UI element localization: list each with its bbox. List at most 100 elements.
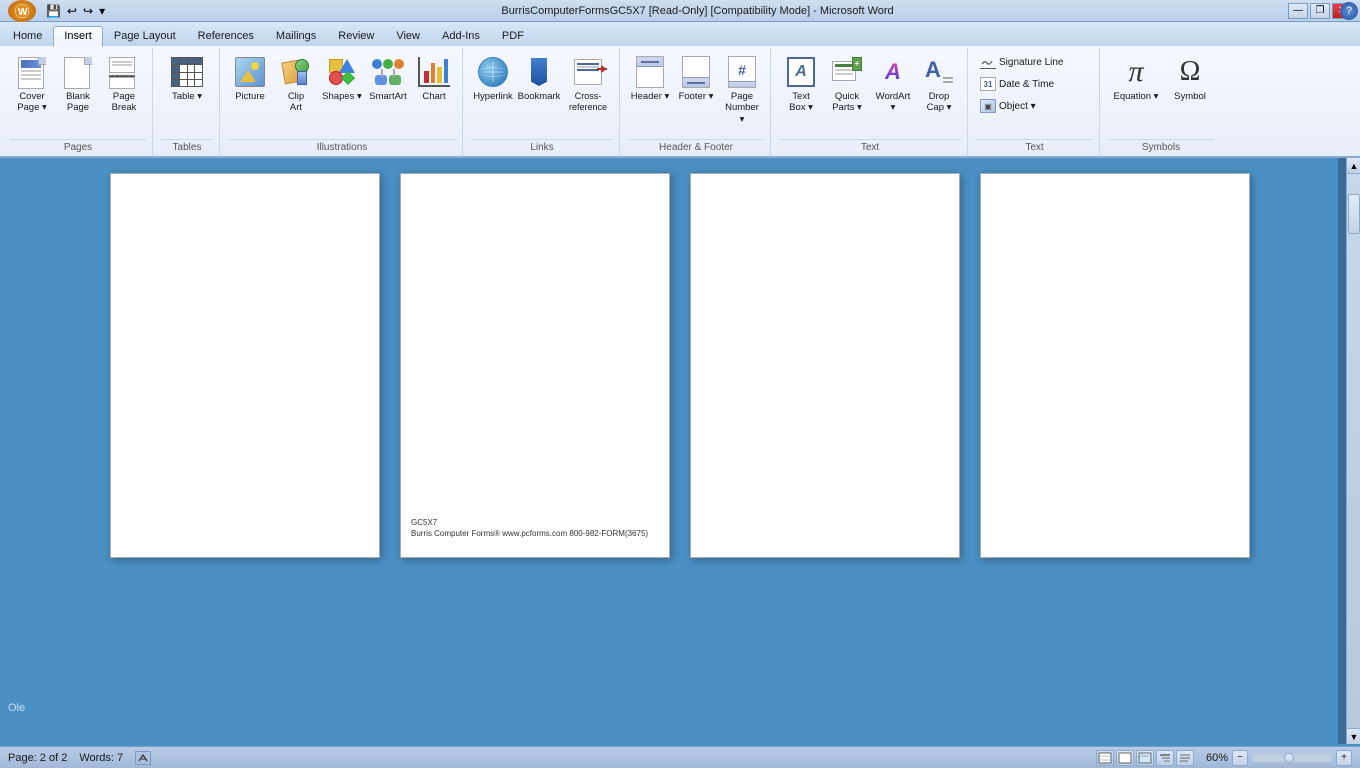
- print-layout-view-button[interactable]: [1096, 750, 1114, 766]
- ribbon: CoverPage ▾ BlankPage: [0, 46, 1360, 158]
- ribbon-group-text2: Signature Line 31 Date & Time ▣ Object ▾: [970, 48, 1100, 156]
- drop-cap-label: DropCap ▾: [927, 91, 952, 114]
- undo-button[interactable]: ↩: [65, 3, 79, 19]
- minimize-button[interactable]: —: [1288, 3, 1308, 19]
- office-button[interactable]: W: [8, 0, 36, 22]
- symbol-label: Symbol: [1174, 91, 1206, 102]
- tab-view[interactable]: View: [385, 26, 431, 46]
- symbol-button[interactable]: Ω Symbol: [1166, 52, 1214, 104]
- date-time-button[interactable]: 31 Date & Time: [976, 74, 1068, 94]
- ribbon-group-illustrations: Picture ClipArt: [222, 48, 463, 156]
- full-screen-view-button[interactable]: [1116, 750, 1134, 766]
- title-bar-left: W 💾 ↩ ↪ ▾: [8, 0, 107, 22]
- text-box-button[interactable]: A TextBox ▾: [779, 52, 823, 116]
- object-button[interactable]: ▣ Object ▾: [976, 96, 1068, 116]
- bookmark-button[interactable]: Bookmark: [517, 52, 561, 104]
- equation-button[interactable]: π Equation ▾: [1108, 52, 1164, 104]
- status-bar: Page: 2 of 2 Words: 7 60%: [0, 746, 1360, 768]
- signature-line-button[interactable]: Signature Line: [976, 52, 1068, 72]
- page-break-button[interactable]: PageBreak: [102, 52, 146, 116]
- hyperlink-button[interactable]: Hyperlink: [471, 52, 515, 104]
- symbols-group-label: Symbols: [1108, 139, 1214, 156]
- hyperlink-icon: [477, 54, 509, 90]
- text-box-label: TextBox ▾: [789, 91, 813, 114]
- page-number-icon: #: [728, 54, 756, 90]
- scroll-up-button[interactable]: ▲: [1347, 158, 1360, 174]
- quick-parts-icon: +: [832, 54, 862, 90]
- scroll-down-button[interactable]: ▼: [1347, 728, 1360, 744]
- zoom-slider[interactable]: [1252, 754, 1332, 762]
- tab-insert[interactable]: Insert: [53, 26, 103, 47]
- cover-page-button[interactable]: CoverPage ▾: [10, 52, 54, 116]
- tab-home[interactable]: Home: [2, 26, 53, 46]
- links-group-items: Hyperlink Bookmark: [471, 50, 613, 139]
- chart-label: Chart: [422, 91, 445, 102]
- cross-reference-button[interactable]: Cross-reference: [563, 52, 613, 115]
- tab-review[interactable]: Review: [327, 26, 385, 46]
- hyperlink-label: Hyperlink: [473, 91, 513, 102]
- smartart-icon: [372, 54, 404, 90]
- bookmark-icon: [523, 54, 555, 90]
- table-label: Table ▾: [172, 91, 202, 102]
- page-break-icon: [109, 54, 139, 90]
- footer-label: Footer ▾: [679, 91, 714, 102]
- page-4: [980, 173, 1250, 558]
- tab-pdf[interactable]: PDF: [491, 26, 535, 46]
- clip-art-label: ClipArt: [288, 91, 304, 114]
- word-art-label: WordArt ▾: [873, 91, 913, 114]
- spell-check-icon[interactable]: [135, 751, 151, 765]
- header-label: Header ▾: [631, 91, 670, 102]
- restore-button[interactable]: ❐: [1310, 3, 1330, 19]
- word-art-button[interactable]: A WordArt ▾: [871, 52, 915, 116]
- zoom-in-button[interactable]: +: [1336, 750, 1352, 766]
- ribbon-group-headerfooter: Header ▾ Footer ▾ #: [622, 48, 771, 156]
- quick-parts-button[interactable]: + QuickParts ▾: [825, 52, 869, 116]
- zoom-thumb[interactable]: [1284, 753, 1294, 763]
- status-right: 60% − +: [1096, 750, 1352, 766]
- web-layout-view-button[interactable]: [1136, 750, 1154, 766]
- equation-icon: π: [1128, 54, 1143, 90]
- zoom-level: 60%: [1200, 752, 1228, 764]
- bookmark-label: Bookmark: [518, 91, 561, 102]
- ribbon-group-pages: CoverPage ▾ BlankPage: [4, 48, 153, 156]
- redo-button[interactable]: ↪: [81, 3, 95, 19]
- signature-line-icon: [980, 55, 996, 69]
- help-button[interactable]: ?: [1340, 2, 1358, 20]
- clip-art-button[interactable]: ClipArt: [274, 52, 318, 116]
- page-number-button[interactable]: # PageNumber ▾: [720, 52, 764, 127]
- chart-button[interactable]: Chart: [412, 52, 456, 104]
- drop-cap-button[interactable]: A DropCap ▾: [917, 52, 961, 116]
- page-footer: GC5X7 Burris Computer Forms® www.pcforms…: [411, 517, 648, 539]
- outline-view-button[interactable]: [1156, 750, 1174, 766]
- shapes-icon: [327, 54, 357, 90]
- symbol-icon: Ω: [1180, 54, 1201, 90]
- customize-quick-access-button[interactable]: ▾: [97, 3, 107, 19]
- smartart-button[interactable]: SmartArt: [366, 52, 410, 104]
- status-left: Page: 2 of 2 Words: 7: [8, 751, 151, 765]
- zoom-out-button[interactable]: −: [1232, 750, 1248, 766]
- table-button[interactable]: Table ▾: [161, 52, 213, 104]
- draft-view-button[interactable]: [1176, 750, 1194, 766]
- scroll-thumb[interactable]: [1348, 194, 1360, 234]
- text2-group-label: Text: [976, 139, 1093, 156]
- page-2: GC5X7 Burris Computer Forms® www.pcforms…: [400, 173, 670, 558]
- scroll-side-panel: [1338, 158, 1346, 744]
- picture-icon: [235, 54, 265, 90]
- save-button[interactable]: 💾: [44, 3, 63, 19]
- shapes-button[interactable]: Shapes ▾: [320, 52, 364, 104]
- picture-button[interactable]: Picture: [228, 52, 272, 104]
- tab-addins[interactable]: Add-Ins: [431, 26, 491, 46]
- tab-references[interactable]: References: [187, 26, 265, 46]
- header-button[interactable]: Header ▾: [628, 52, 672, 104]
- clip-art-icon: [281, 54, 311, 90]
- vertical-scrollbar[interactable]: ▲ ▼: [1346, 158, 1360, 744]
- blank-page-button[interactable]: BlankPage: [56, 52, 100, 116]
- footer-icon: [682, 54, 710, 90]
- tab-pagelayout[interactable]: Page Layout: [103, 26, 187, 46]
- tab-mailings[interactable]: Mailings: [265, 26, 327, 46]
- page-footer-line1: GC5X7: [411, 517, 648, 528]
- text2-group-items: Signature Line 31 Date & Time ▣ Object ▾: [976, 50, 1093, 139]
- footer-button[interactable]: Footer ▾: [674, 52, 718, 104]
- ribbon-tabs: Home Insert Page Layout References Maili…: [0, 22, 1360, 46]
- page-break-label: PageBreak: [112, 91, 137, 114]
